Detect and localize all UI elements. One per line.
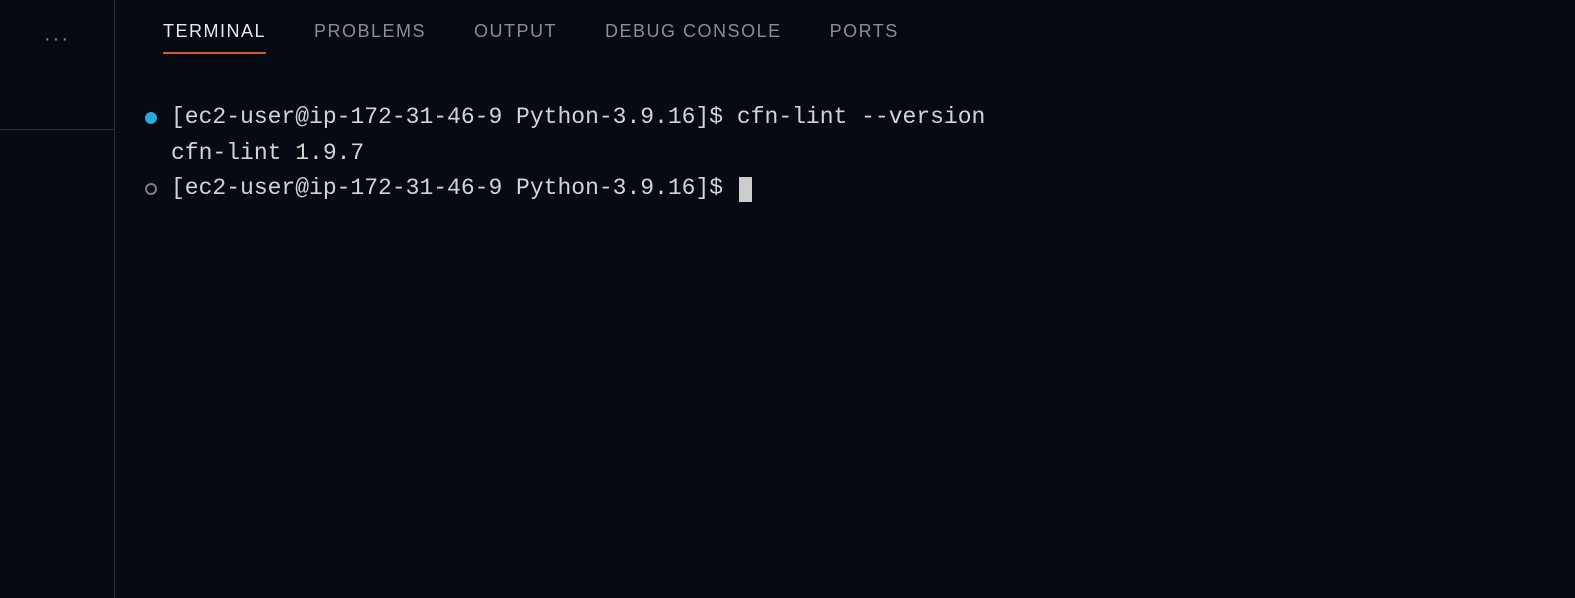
terminal-prompt: [ec2-user@ip-172-31-46-9 Python-3.9.16]$: [171, 100, 737, 136]
command-marker-icon: [145, 112, 157, 124]
panel-tab-bar: TERMINAL PROBLEMS OUTPUT DEBUG CONSOLE P…: [115, 0, 1575, 56]
terminal-cursor: [739, 177, 752, 202]
tab-output[interactable]: OUTPUT: [474, 21, 557, 54]
terminal-output[interactable]: [ec2-user@ip-172-31-46-9 Python-3.9.16]$…: [115, 56, 1575, 598]
terminal-line: [ec2-user@ip-172-31-46-9 Python-3.9.16]$…: [145, 100, 1545, 136]
panel-main: TERMINAL PROBLEMS OUTPUT DEBUG CONSOLE P…: [115, 0, 1575, 598]
terminal-output-line: cfn-lint 1.9.7: [145, 136, 1545, 172]
panel-sidebar: ···: [0, 0, 115, 598]
terminal-command: cfn-lint --version: [737, 100, 985, 136]
terminal-line: [ec2-user@ip-172-31-46-9 Python-3.9.16]$: [145, 171, 1545, 207]
tab-ports[interactable]: PORTS: [830, 21, 899, 54]
more-actions-icon[interactable]: ···: [44, 28, 70, 51]
tab-debug-console[interactable]: DEBUG CONSOLE: [605, 21, 782, 54]
tab-terminal[interactable]: TERMINAL: [163, 21, 266, 54]
tab-problems[interactable]: PROBLEMS: [314, 21, 426, 54]
terminal-prompt: [ec2-user@ip-172-31-46-9 Python-3.9.16]$: [171, 171, 737, 207]
sidebar-top: ···: [0, 0, 114, 130]
command-marker-icon: [145, 183, 157, 195]
